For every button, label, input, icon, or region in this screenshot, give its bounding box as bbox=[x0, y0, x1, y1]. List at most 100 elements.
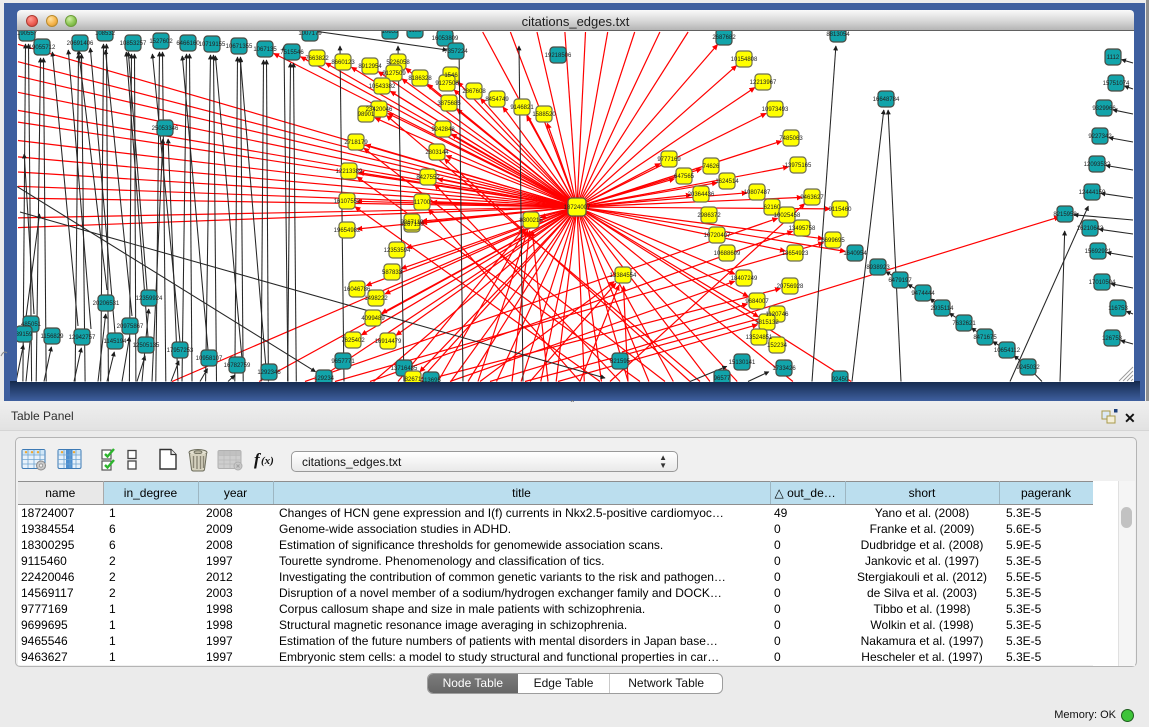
svg-text:20691406: 20691406 bbox=[67, 41, 94, 47]
svg-text:8660123: 8660123 bbox=[331, 60, 355, 66]
svg-text:9146821: 9146821 bbox=[510, 105, 534, 111]
svg-text:1527602: 1527602 bbox=[149, 39, 173, 45]
svg-text:5226058: 5226058 bbox=[386, 60, 410, 66]
svg-text:13524851: 13524851 bbox=[746, 335, 773, 341]
svg-text:18724007: 18724007 bbox=[564, 205, 591, 211]
svg-text:821595: 821595 bbox=[610, 359, 631, 365]
svg-text:2986372: 2986372 bbox=[697, 213, 721, 219]
svg-text:116753: 116753 bbox=[1108, 306, 1128, 312]
svg-text:10654112: 10654112 bbox=[994, 348, 1021, 354]
svg-text:7632621: 7632621 bbox=[952, 321, 976, 327]
svg-text:10853257: 10853257 bbox=[120, 41, 147, 47]
svg-text:108532: 108532 bbox=[95, 31, 116, 37]
svg-text:1067135: 1067135 bbox=[253, 47, 277, 53]
svg-text:12942757: 12942757 bbox=[69, 335, 96, 341]
svg-text:82671: 82671 bbox=[405, 377, 422, 382]
svg-text:10688609: 10688609 bbox=[714, 251, 741, 257]
svg-text:12213967: 12213967 bbox=[750, 80, 777, 86]
svg-text:10025458: 10025458 bbox=[774, 213, 801, 219]
svg-text:16914479: 16914479 bbox=[375, 339, 402, 345]
svg-text:9267110: 9267110 bbox=[401, 220, 425, 226]
svg-text:190557: 190557 bbox=[17, 31, 38, 37]
svg-text:1815132: 1815132 bbox=[755, 320, 779, 326]
svg-text:12353594: 12353594 bbox=[384, 248, 411, 254]
svg-text:1152: 1152 bbox=[409, 31, 423, 34]
svg-text:9127508: 9127508 bbox=[435, 81, 459, 87]
svg-text:16053809: 16053809 bbox=[432, 36, 459, 42]
svg-text:92450: 92450 bbox=[832, 377, 849, 382]
svg-text:16046786: 16046786 bbox=[344, 287, 371, 293]
svg-text:1007179: 1007179 bbox=[298, 31, 322, 37]
svg-text:18407249: 18407249 bbox=[731, 276, 758, 282]
svg-text:9474444: 9474444 bbox=[911, 291, 935, 297]
svg-text:98901: 98901 bbox=[358, 112, 375, 118]
svg-text:647565: 647565 bbox=[674, 174, 695, 180]
svg-text:20364436: 20364436 bbox=[688, 192, 715, 198]
svg-text:9115460: 9115460 bbox=[829, 207, 853, 213]
svg-text:485051: 485051 bbox=[21, 322, 42, 328]
svg-text:1292346: 1292346 bbox=[257, 370, 281, 376]
svg-text:12213389: 12213389 bbox=[336, 169, 363, 175]
svg-text:20756928: 20756928 bbox=[777, 284, 804, 290]
svg-text:1640954: 1640954 bbox=[843, 251, 867, 257]
svg-text:2935114: 2935114 bbox=[931, 306, 955, 312]
svg-text:13654923: 13654923 bbox=[782, 251, 809, 257]
svg-text:3875685: 3875685 bbox=[437, 101, 461, 107]
svg-text:1145194: 1145194 bbox=[104, 339, 128, 345]
svg-text:11700: 11700 bbox=[414, 200, 431, 206]
svg-text:9684007: 9684007 bbox=[745, 299, 769, 305]
svg-text:12093532: 12093532 bbox=[1084, 162, 1111, 168]
svg-text:2687682: 2687682 bbox=[712, 35, 736, 41]
svg-text:10154808: 10154808 bbox=[731, 57, 758, 63]
svg-text:10671355: 10671355 bbox=[226, 44, 253, 50]
svg-text:9777169: 9777169 bbox=[657, 157, 681, 163]
svg-text:16648784: 16648784 bbox=[873, 97, 900, 103]
svg-text:6699695: 6699695 bbox=[821, 238, 845, 244]
svg-text:2718179: 2718179 bbox=[344, 140, 368, 146]
svg-text:9242848: 9242848 bbox=[431, 127, 455, 133]
svg-text:8215958: 8215958 bbox=[1053, 212, 1077, 218]
svg-text:8471675: 8471675 bbox=[973, 335, 997, 341]
svg-text:8912954: 8912954 bbox=[358, 64, 382, 70]
svg-text:8813054: 8813054 bbox=[826, 32, 850, 38]
svg-text:6466160: 6466160 bbox=[176, 41, 200, 47]
svg-text:8454749: 8454749 bbox=[485, 97, 509, 103]
svg-text:9463627: 9463627 bbox=[800, 195, 824, 201]
svg-text:1120746: 1120746 bbox=[766, 312, 790, 318]
svg-text:20975867: 20975867 bbox=[117, 324, 144, 330]
svg-text:6479197: 6479197 bbox=[888, 278, 912, 284]
svg-text:10543382: 10543382 bbox=[369, 84, 396, 90]
svg-text:10807487: 10807487 bbox=[744, 190, 771, 196]
svg-text:1588520: 1588520 bbox=[532, 112, 556, 118]
svg-text:9227342: 9227342 bbox=[1088, 134, 1112, 140]
svg-text:1546: 1546 bbox=[444, 73, 458, 79]
svg-text:13975165: 13975165 bbox=[785, 163, 812, 169]
svg-text:113695: 113695 bbox=[421, 378, 441, 382]
svg-text:9127509: 9127509 bbox=[382, 71, 406, 77]
svg-text:126753: 126753 bbox=[1102, 336, 1123, 342]
svg-text:2803144: 2803144 bbox=[425, 150, 449, 156]
svg-text:39159: 39159 bbox=[17, 332, 33, 338]
svg-text:7485063: 7485063 bbox=[779, 136, 803, 142]
svg-text:10973493: 10973493 bbox=[762, 107, 789, 113]
svg-text:15751074: 15751074 bbox=[1103, 81, 1130, 87]
svg-text:7663822: 7663822 bbox=[305, 56, 329, 62]
svg-text:17010504: 17010504 bbox=[1089, 280, 1116, 286]
svg-text:20206531: 20206531 bbox=[93, 301, 120, 307]
svg-text:13384554: 13384554 bbox=[610, 273, 637, 279]
svg-text:(x): (x) bbox=[261, 455, 274, 467]
svg-text:587833: 587833 bbox=[382, 270, 403, 276]
svg-text:152234: 152234 bbox=[767, 343, 788, 349]
svg-text:10719155: 10719155 bbox=[199, 42, 226, 48]
svg-text:19654982: 19654982 bbox=[334, 228, 361, 234]
svg-text:16782759: 16782759 bbox=[224, 363, 251, 369]
svg-text:9245032: 9245032 bbox=[1016, 365, 1040, 371]
svg-text:12444159: 12444159 bbox=[1079, 190, 1106, 196]
svg-text:7357224: 7357224 bbox=[444, 49, 468, 55]
svg-text:8938923: 8938923 bbox=[866, 265, 890, 271]
svg-text:7625402: 7625402 bbox=[341, 338, 365, 344]
svg-text:13716485: 13716485 bbox=[391, 366, 418, 372]
svg-text:19218506: 19218506 bbox=[545, 53, 572, 59]
svg-text:4099489: 4099489 bbox=[361, 316, 385, 322]
svg-text:74626: 74626 bbox=[703, 164, 720, 170]
